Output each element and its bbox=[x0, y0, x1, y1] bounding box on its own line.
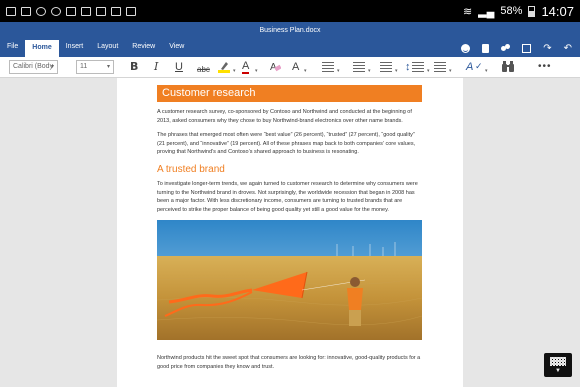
clear-formatting-button[interactable]: A bbox=[270, 60, 282, 76]
warning-icon bbox=[96, 6, 106, 16]
ribbon-tabs: File Home Insert Layout Review View ↷ ↶ bbox=[0, 39, 580, 57]
kite-photo[interactable] bbox=[157, 220, 422, 340]
italic-button[interactable]: I bbox=[154, 60, 158, 74]
chevron-down-icon[interactable]: ▾ bbox=[337, 64, 340, 78]
more-button[interactable]: ••• bbox=[538, 60, 552, 74]
font-name-value: Calibri (Body bbox=[13, 63, 54, 70]
font-style-button[interactable]: A bbox=[292, 60, 299, 74]
numbering-icon[interactable] bbox=[353, 62, 365, 72]
tab-home[interactable]: Home bbox=[25, 40, 59, 57]
spellcheck-icon[interactable]: A bbox=[466, 60, 473, 74]
calendar-icon bbox=[81, 6, 91, 16]
eraser-icon: A bbox=[270, 62, 282, 73]
keyboard-icon bbox=[550, 356, 566, 366]
align-icon[interactable] bbox=[380, 62, 392, 72]
find-button[interactable] bbox=[502, 61, 514, 76]
bullets-icon[interactable] bbox=[322, 62, 334, 72]
paragraph-2[interactable]: The phrases that emerged most often were… bbox=[157, 131, 422, 157]
tab-insert[interactable]: Insert bbox=[59, 39, 91, 57]
chevron-down-icon[interactable]: ▾ bbox=[304, 64, 307, 78]
paragraph-3[interactable]: To investigate longer-term trends, we ag… bbox=[157, 180, 422, 214]
font-size-value: 11 bbox=[80, 63, 88, 70]
document-title: Business Plan.docx bbox=[0, 22, 580, 39]
chevron-down-icon[interactable]: ▾ bbox=[233, 64, 236, 78]
smiley-icon[interactable] bbox=[461, 43, 471, 53]
highlighter-button[interactable] bbox=[218, 61, 230, 77]
font-size-dropdown[interactable]: 11 ▾ bbox=[76, 60, 114, 74]
chevron-down-icon[interactable]: ▾ bbox=[449, 64, 452, 78]
chat-icon bbox=[51, 6, 61, 16]
redo-icon[interactable]: ↷ bbox=[543, 43, 551, 53]
tab-view[interactable]: View bbox=[162, 39, 191, 57]
chevron-down-icon[interactable]: ▾ bbox=[395, 64, 398, 78]
email-icon bbox=[6, 6, 16, 16]
spellcheck-check: ✓ bbox=[475, 61, 483, 71]
undo-icon[interactable]: ↶ bbox=[564, 43, 572, 53]
line-spacing-icon[interactable]: ↕ bbox=[405, 60, 411, 74]
find-icon bbox=[502, 61, 514, 72]
share-icon[interactable] bbox=[501, 43, 511, 53]
signal-icon: ▂▄ bbox=[478, 5, 495, 18]
notification-icons bbox=[6, 6, 136, 16]
strikethrough-button[interactable]: abc bbox=[197, 63, 210, 77]
download-icon bbox=[126, 6, 136, 16]
chrome-icon bbox=[36, 6, 46, 16]
chevron-down-icon[interactable]: ▾ bbox=[368, 64, 371, 78]
tab-file[interactable]: File bbox=[0, 39, 25, 57]
battery-icon bbox=[528, 5, 536, 17]
gallery-icon bbox=[21, 6, 31, 16]
chevron-down-icon[interactable]: ▾ bbox=[427, 64, 430, 78]
wifi-icon: ≋ bbox=[462, 5, 473, 18]
store-icon bbox=[111, 6, 121, 16]
chevron-down-icon: ▼ bbox=[555, 367, 561, 374]
heading-customer-research[interactable]: Customer research bbox=[157, 85, 422, 102]
message-icon bbox=[66, 6, 76, 16]
chevron-down-icon: ▾ bbox=[50, 64, 54, 70]
battery-percent: 58% bbox=[500, 5, 523, 17]
layout-icon[interactable] bbox=[522, 43, 532, 53]
keyboard-button[interactable]: ▼ bbox=[544, 353, 572, 377]
paragraph-1[interactable]: A customer research survey, co-sponsored… bbox=[157, 108, 422, 125]
paragraph-4[interactable]: Northwind products hit the sweet spot th… bbox=[157, 354, 422, 371]
chevron-down-icon: ▾ bbox=[106, 64, 110, 70]
underline-button[interactable]: U bbox=[175, 60, 183, 74]
formatting-toolbar: Calibri (Body ▾ 11 ▾ B I U abc ▾ A ▾ A A… bbox=[0, 57, 580, 78]
highlighter-icon bbox=[218, 62, 230, 73]
tab-review[interactable]: Review bbox=[125, 39, 162, 57]
paragraph-icon[interactable] bbox=[434, 62, 446, 72]
heading-trusted-brand[interactable]: A trusted brand bbox=[157, 164, 225, 175]
save-icon[interactable] bbox=[482, 43, 490, 53]
font-name-dropdown[interactable]: Calibri (Body ▾ bbox=[9, 60, 58, 74]
font-color-button[interactable]: A bbox=[242, 60, 250, 74]
chevron-down-icon[interactable]: ▾ bbox=[255, 64, 258, 78]
kite-photo-image bbox=[157, 220, 422, 340]
clock: 14:07 bbox=[541, 3, 574, 19]
tab-layout[interactable]: Layout bbox=[90, 39, 125, 57]
bold-button[interactable]: B bbox=[130, 60, 138, 74]
status-bar: ≋ ▂▄ 58% 14:07 bbox=[0, 0, 580, 22]
chevron-down-icon[interactable]: ▾ bbox=[485, 64, 488, 78]
line-spacing-lines bbox=[412, 62, 424, 72]
